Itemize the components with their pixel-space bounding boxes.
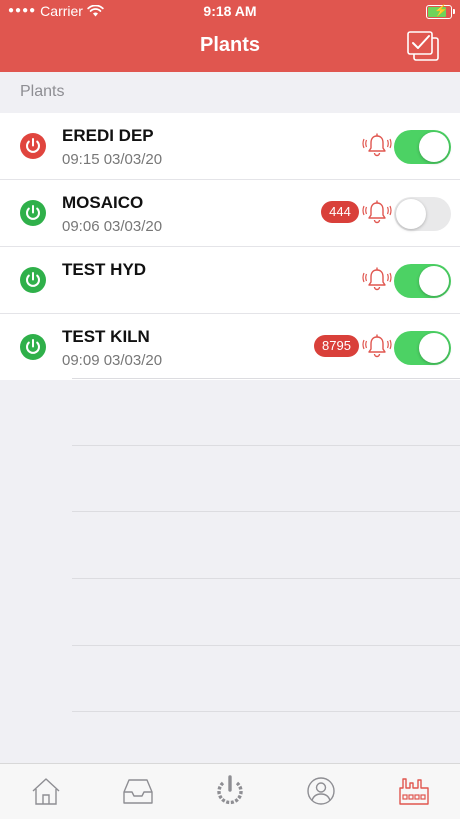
alarm-toggle[interactable]	[394, 264, 451, 298]
status-bar: ●●●● Carrier 9:18 AM ⚡	[0, 0, 460, 22]
alarm-count-badge: 8795	[314, 335, 359, 357]
plant-timestamp: 09:06 03/03/20	[62, 218, 163, 235]
alarm-bell-icon[interactable]	[362, 131, 392, 159]
alarm-bell-icon[interactable]	[362, 265, 392, 293]
alarm-toggle[interactable]	[394, 197, 451, 231]
empty-row-separator	[72, 511, 460, 512]
plant-name: TEST HYD	[62, 260, 147, 279]
plants-list: EREDI DEP 09:15 03/03/20 MOSAICO 09:06 0…	[0, 113, 460, 380]
status-time: 9:18 AM	[203, 3, 257, 19]
plant-name: MOSAICO	[62, 193, 144, 212]
plant-row[interactable]: TEST KILN 09:09 03/03/20 8795	[0, 314, 460, 380]
power-status-icon	[20, 133, 46, 159]
home-icon[interactable]	[26, 774, 66, 808]
plant-timestamp: 09:15 03/03/20	[62, 151, 163, 168]
select-all-checkbox-icon[interactable]	[406, 30, 440, 62]
user-icon[interactable]	[301, 774, 341, 808]
plant-name: TEST KILN	[62, 327, 150, 346]
alarm-toggle[interactable]	[394, 130, 451, 164]
inbox-icon[interactable]	[118, 774, 158, 808]
power-icon[interactable]	[210, 774, 250, 808]
power-status-icon	[20, 334, 46, 360]
empty-row-separator	[72, 578, 460, 579]
alarm-toggle[interactable]	[394, 331, 451, 365]
alarm-count-badge: 444	[321, 201, 359, 223]
section-header: Plants	[20, 83, 65, 100]
alarm-bell-icon[interactable]	[362, 332, 392, 360]
alarm-bell-icon[interactable]	[362, 198, 392, 226]
empty-row-separator	[72, 445, 460, 446]
power-status-icon	[20, 200, 46, 226]
empty-row-separator	[72, 711, 460, 712]
empty-row-separator	[72, 645, 460, 646]
plant-name: EREDI DEP	[62, 126, 154, 145]
navigation-bar: ●●●● Carrier 9:18 AM ⚡ Plants	[0, 0, 460, 72]
empty-row-separator	[72, 378, 460, 379]
power-status-icon	[20, 267, 46, 293]
plant-timestamp: 09:09 03/03/20	[62, 352, 163, 369]
plant-row[interactable]: MOSAICO 09:06 03/03/20 444	[0, 180, 460, 247]
plant-row[interactable]: TEST HYD	[0, 247, 460, 314]
battery-charging-icon: ⚡	[426, 5, 455, 19]
factory-icon[interactable]	[394, 774, 434, 808]
tab-bar	[0, 763, 460, 819]
plant-row[interactable]: EREDI DEP 09:15 03/03/20	[0, 113, 460, 180]
page-title: Plants	[199, 34, 261, 56]
